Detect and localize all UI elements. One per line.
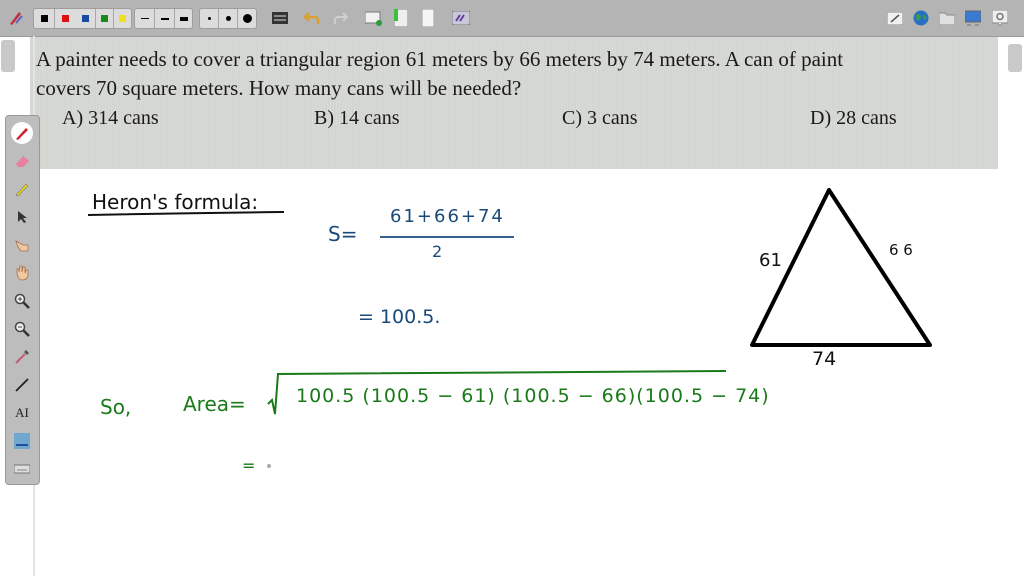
- color-red[interactable]: [55, 9, 75, 28]
- zoom-in-icon[interactable]: [11, 290, 33, 312]
- pen-icon[interactable]: [11, 122, 33, 144]
- color-black[interactable]: [34, 9, 55, 28]
- question-line-1: A painter needs to cover a triangular re…: [36, 47, 844, 71]
- question-text: A painter needs to cover a triangular re…: [36, 45, 986, 103]
- color-green[interactable]: [96, 9, 114, 28]
- triangle-side-right: 6 6: [889, 241, 913, 259]
- globe-icon[interactable]: [911, 8, 931, 28]
- redo-icon[interactable]: [330, 8, 350, 28]
- s-denominator: 2: [432, 242, 443, 261]
- color-palette: [33, 8, 132, 29]
- pointer-icon[interactable]: [11, 206, 33, 228]
- fraction-bar: [380, 236, 514, 238]
- dot-large[interactable]: [238, 9, 256, 28]
- cursor-dot: [267, 464, 271, 468]
- page-blank-icon[interactable]: [418, 8, 438, 28]
- folder-icon[interactable]: [937, 8, 957, 28]
- dot-medium[interactable]: [219, 9, 238, 28]
- hand-grab-icon[interactable]: [11, 262, 33, 284]
- question-line-2: covers 70 square meters. How many cans w…: [36, 76, 522, 100]
- option-d: D) 28 cans: [810, 107, 897, 129]
- eraser-icon[interactable]: [11, 150, 33, 172]
- dot-size-group: [199, 8, 257, 29]
- settings-icon[interactable]: [990, 8, 1010, 28]
- area-expression: 100.5 (100.5 − 61) (100.5 − 66)(100.5 − …: [296, 385, 770, 407]
- color-blue[interactable]: [75, 9, 96, 28]
- s-label: S=: [328, 222, 358, 246]
- undo-icon[interactable]: [302, 8, 322, 28]
- page-green-icon[interactable]: [391, 8, 411, 28]
- line-icon[interactable]: [11, 374, 33, 396]
- triangle-side-left: 61: [759, 250, 782, 271]
- option-a: A) 314 cans: [62, 107, 159, 129]
- line-medium[interactable]: [155, 9, 175, 28]
- option-c: C) 3 cans: [562, 107, 638, 129]
- highlighter-icon[interactable]: [11, 178, 33, 200]
- so-label: So,: [100, 395, 132, 419]
- dot-small[interactable]: [200, 9, 219, 28]
- line-thin[interactable]: [135, 9, 155, 28]
- heading-underline: [87, 211, 285, 216]
- option-b: B) 14 cans: [314, 107, 400, 129]
- zoom-out-icon[interactable]: [11, 318, 33, 340]
- triangle-side-bottom: 74: [812, 348, 837, 370]
- keyboard-icon[interactable]: [11, 458, 33, 480]
- hand-pointer-icon[interactable]: [11, 234, 33, 256]
- tool-sidebar: AI: [5, 115, 40, 485]
- image-icon[interactable]: [11, 430, 33, 452]
- pen-settings-icon[interactable]: [6, 8, 26, 28]
- line-thick[interactable]: [175, 9, 192, 28]
- equals-next-line: =: [242, 456, 256, 475]
- s-numerator: 61+66+74: [390, 206, 505, 227]
- color-yellow[interactable]: [114, 9, 131, 28]
- question-region: A painter needs to cover a triangular re…: [30, 37, 998, 169]
- display-icon[interactable]: [963, 8, 983, 28]
- page-nav-tab[interactable]: [1, 40, 15, 72]
- top-toolbar: [0, 0, 1024, 37]
- s-result: = 100.5.: [358, 306, 441, 328]
- text-icon[interactable]: AI: [11, 402, 33, 424]
- whiteboard-icon[interactable]: [885, 8, 905, 28]
- new-page-icon[interactable]: [364, 8, 384, 28]
- line-width-group: [134, 8, 193, 29]
- color-picker-icon[interactable]: [11, 346, 33, 368]
- hands-icon[interactable]: [451, 8, 471, 28]
- area-label: Area=: [183, 392, 246, 416]
- side-panel-tab[interactable]: [1008, 44, 1022, 72]
- screen-capture-icon[interactable]: [270, 8, 290, 28]
